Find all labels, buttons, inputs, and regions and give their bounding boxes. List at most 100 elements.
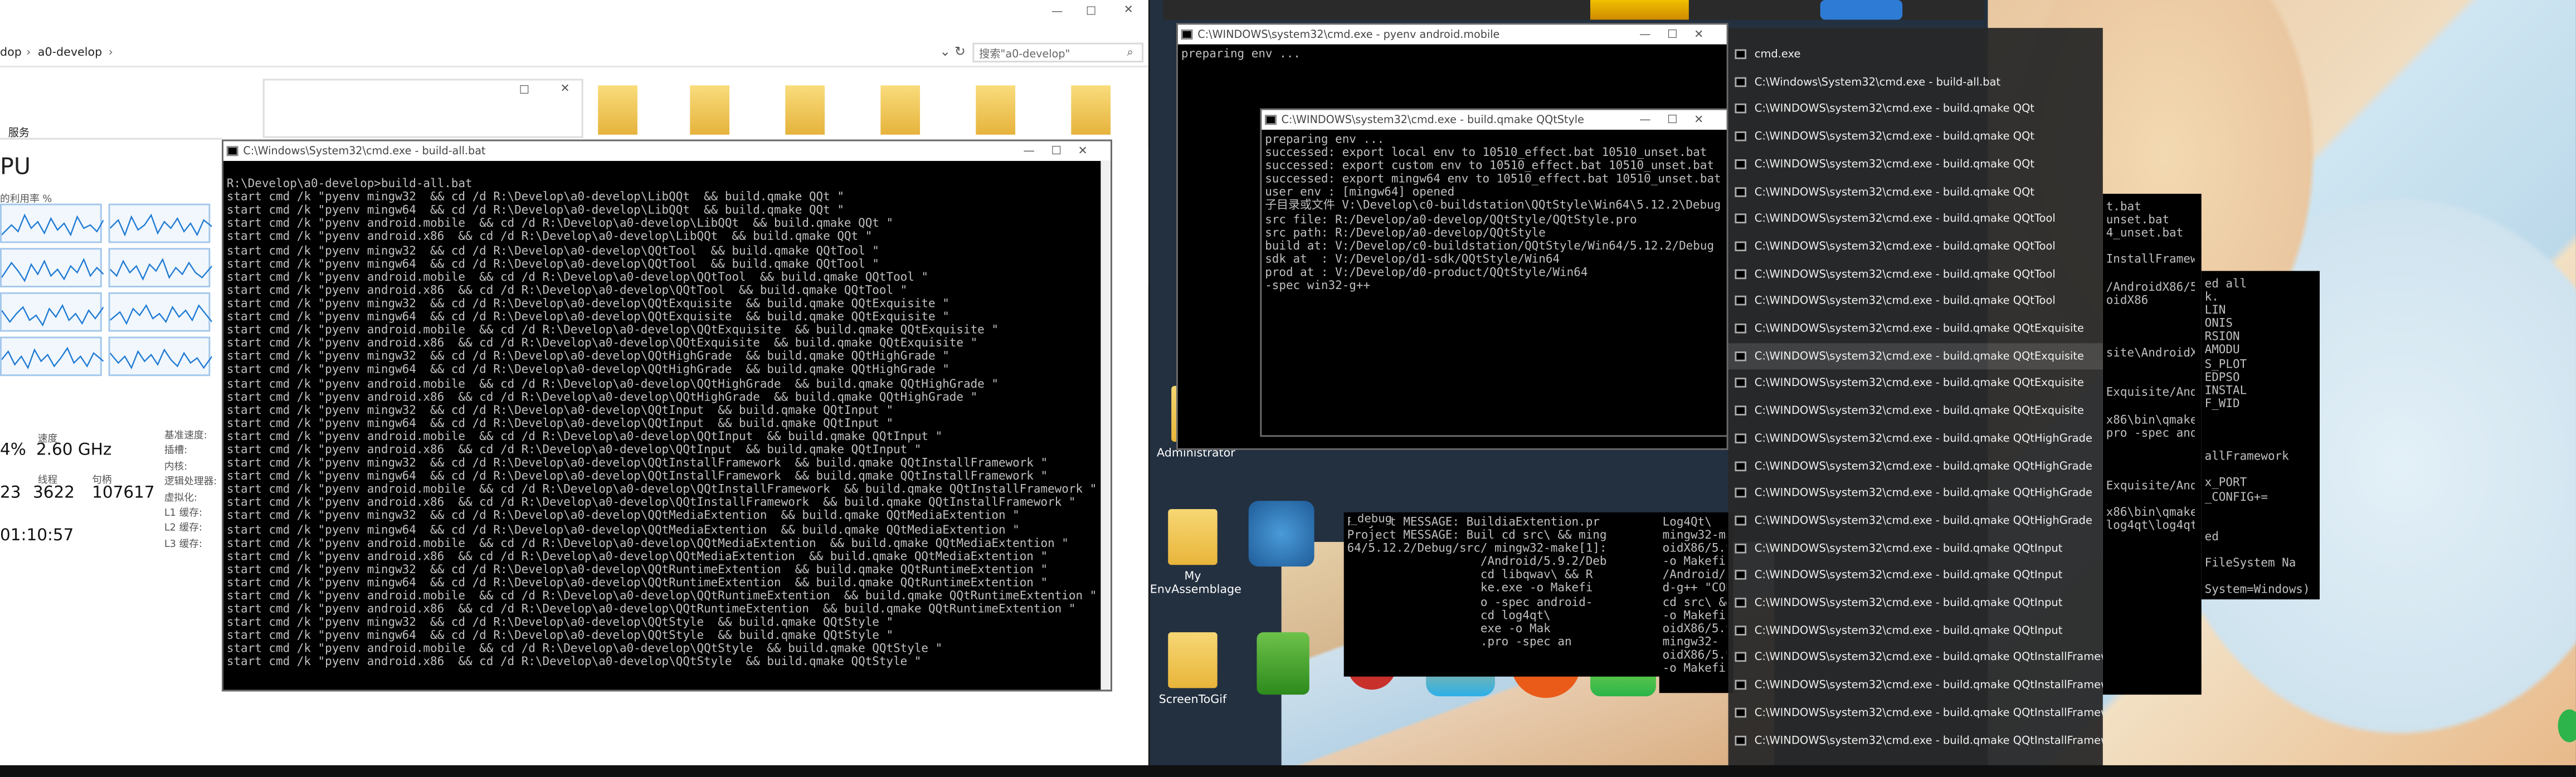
window-controls-icon[interactable]: —☐✕ (1023, 141, 1104, 161)
cmd-titlebar[interactable]: C:\Windows\System32\cmd.exe - build-all.… (223, 141, 1111, 161)
cpu-graph-6 (108, 292, 212, 332)
jump-list-item[interactable]: C:\WINDOWS\system32\cmd.exe - build.qmak… (1728, 589, 2103, 615)
notification-icon[interactable] (2558, 709, 2576, 742)
close-icon[interactable]: ✕ (1124, 3, 1133, 17)
cpu-graph-7 (0, 336, 104, 377)
jump-list-item[interactable]: C:\WINDOWS\system32\cmd.exe - build.qmak… (1728, 123, 2103, 149)
window-controls-icon[interactable]: —☐✕ (1639, 25, 1720, 44)
folder-icon (1168, 509, 1218, 565)
cpu-graph-1 (0, 203, 104, 243)
jump-list-item-label: C:\WINDOWS\system32\cmd.exe - build.qmak… (1754, 130, 2035, 143)
tab-services[interactable]: 服务 (8, 123, 30, 140)
cmd-line: start cmd /k "pyenv mingw64 && cd /d R:\… (226, 361, 949, 377)
cmd-line: start cmd /k "pyenv android.mobile && cd… (226, 375, 999, 390)
detail-label: L3 缓存: (164, 538, 202, 550)
detail-label: 基准速度: (164, 430, 207, 442)
jump-list-item[interactable]: C:\WINDOWS\system32\cmd.exe - build.qmak… (1728, 178, 2103, 204)
folder-icon[interactable] (880, 85, 921, 135)
minimize-icon[interactable]: — (1051, 5, 1063, 18)
jump-list-item[interactable]: C:\WINDOWS\system32\cmd.exe - build.qmak… (1728, 507, 2103, 534)
jump-list-item[interactable]: C:\WINDOWS\system32\cmd.exe - build.qmak… (1728, 288, 2103, 314)
breadcrumb-prefix[interactable]: dop (0, 46, 22, 60)
breadcrumb-arrow-icon[interactable]: › (109, 46, 113, 60)
cmd-titlebar[interactable]: C:\WINDOWS\system32\cmd.exe - pyenv andr… (1177, 25, 1727, 45)
folder-icon[interactable] (690, 85, 730, 135)
jump-list-item-label: C:\WINDOWS\system32\cmd.exe - build.qmak… (1754, 733, 2103, 747)
jump-list-item[interactable]: C:\WINDOWS\system32\cmd.exe - build.qmak… (1728, 452, 2103, 478)
taskbar-top-strip (1163, 0, 1985, 20)
shield-app-icon[interactable] (1257, 632, 1309, 695)
jump-list-item[interactable]: C:\WINDOWS\system32\cmd.exe - build.qmak… (1728, 562, 2103, 588)
cmd-line: _CONFIG+= (2204, 488, 2268, 504)
jump-list-item[interactable]: C:\WINDOWS\system32\cmd.exe - build.qmak… (1728, 398, 2103, 424)
jump-list-item[interactable]: C:\WINDOWS\system32\cmd.exe - build.qmak… (1728, 644, 2103, 671)
jump-list-item[interactable]: C:\Windows\System32\cmd.exe - build-all.… (1728, 69, 2103, 95)
jump-list-item[interactable]: C:\WINDOWS\system32\cmd.exe - build.qmak… (1728, 206, 2103, 232)
cmd-line: start cmd /k "pyenv mingw64 && cd /d R:\… (226, 521, 1020, 536)
jump-list-item[interactable]: C:\WINDOWS\system32\cmd.exe - build.qmak… (1728, 370, 2103, 397)
background-window: ☐ ✕ (262, 79, 583, 138)
cmd-line (2205, 424, 2314, 437)
jump-list-item[interactable]: C:\WINDOWS\system32\cmd.exe - build.qmak… (1728, 425, 2103, 451)
cmd-window-far-right-2[interactable]: ed all k. LIN ONIS RSION AMODU S_PLOT EDPSO INST… (2201, 271, 2320, 600)
jump-list-item-label: C:\WINDOWS\system32\cmd.exe - build.qmak… (1754, 651, 2103, 664)
jump-list-item[interactable]: C:\WINDOWS\system32\cmd.exe - build.qmak… (1728, 699, 2103, 725)
util-value: 4% (0, 442, 26, 460)
desktop-icon-screentogif[interactable]: ScreenToGif (1150, 632, 1235, 706)
jump-list-item[interactable]: C:\WINDOWS\system32\cmd.exe - build.qmak… (1728, 672, 2103, 698)
explorer-titlebar: — ☐ ✕ (0, 0, 1148, 41)
cmd-line: start cmd /k "pyenv android.x86 && cd /d… (226, 654, 922, 670)
settings-gear-icon[interactable] (1248, 501, 1314, 567)
cmd-icon (1735, 433, 1747, 443)
jump-list-item[interactable]: C:\WINDOWS\system32\cmd.exe - build.qmak… (1728, 261, 2103, 287)
maximize-icon[interactable]: ☐ (1086, 5, 1097, 18)
cmd-line: site\AndroidX86\src\ (2106, 345, 2195, 360)
handles-value: 107617 (92, 484, 155, 503)
desktop-icon-envassemblage[interactable]: My EnvAssemblage (1150, 509, 1241, 596)
cmd-icon (1265, 115, 1277, 125)
folder-icon[interactable] (1071, 85, 1111, 135)
maximize-icon[interactable]: ☐ (519, 84, 530, 97)
folder-icon[interactable] (785, 85, 825, 135)
app-icon[interactable] (1590, 0, 1689, 20)
cmd-line (2205, 411, 2314, 424)
jump-list-item[interactable]: C:\WINDOWS\system32\cmd.exe - build.qmak… (1728, 343, 2103, 369)
cmd-window-far-right[interactable]: t.batunset.bat4_unset.batInstallFramewor… (2102, 193, 2202, 695)
cmd-icon (1735, 186, 1747, 197)
cmd-window-build-all[interactable]: C:\Windows\System32\cmd.exe - build-all.… (222, 139, 1112, 692)
jump-list-item[interactable]: C:\WINDOWS\system32\cmd.exe - build.qmak… (1728, 535, 2103, 561)
cmd-line (2106, 267, 2195, 280)
jump-list-item[interactable]: C:\WINDOWS\system32\cmd.exe - build.qmak… (1728, 315, 2103, 341)
jump-list-item[interactable]: C:\WINDOWS\system32\cmd.exe - build.qmak… (1728, 233, 2103, 259)
breadcrumb-folder[interactable]: a0-develop (38, 46, 102, 60)
jump-list-item[interactable]: C:\WINDOWS\system32\cmd.exe - build.qmak… (1728, 727, 2103, 753)
jump-list-item[interactable]: C:\WINDOWS\system32\cmd.exe - build.qmak… (1728, 617, 2103, 643)
jump-list-item[interactable]: C:\WINDOWS\system32\cmd.exe - build.qmak… (1728, 480, 2103, 506)
dropdown-icon[interactable]: ⌄ (939, 45, 951, 60)
detail-label: L2 缓存: (164, 522, 202, 535)
jump-list-item[interactable]: cmd.exe (1728, 41, 2103, 67)
cmd-window-debug[interactable]: Project MESSAGE: BuildiaExtention.pr Proj… (1343, 512, 1663, 677)
refresh-icon[interactable]: ↻ (955, 45, 966, 60)
detail-label: 内核: (164, 461, 188, 473)
cmd-titlebar[interactable]: C:\WINDOWS\system32\cmd.exe - build.qmak… (1262, 110, 1727, 130)
folder-icon[interactable] (598, 85, 637, 135)
jump-list-item[interactable]: C:\WINDOWS\system32\cmd.exe - build.qmak… (1728, 96, 2103, 122)
cpu-graph-2 (108, 203, 212, 243)
cmd-window-fragment[interactable]: Log4Qt\mingw32-makoidX86/5.9.-o Makefi/A… (1659, 512, 1733, 693)
cmd-line: start cmd /k "pyenv android.mobile && cd… (226, 268, 929, 284)
cmd-window-qqtstyle[interactable]: C:\WINDOWS\system32\cmd.exe - build.qmak… (1260, 108, 1728, 437)
folder-icon[interactable] (976, 85, 1016, 135)
window-controls-icon[interactable]: —☐✕ (1639, 110, 1720, 130)
jump-list-item-label: C:\WINDOWS\system32\cmd.exe - build.qmak… (1754, 349, 2085, 363)
cmd-line: oidX86/5.9 (1662, 620, 1727, 636)
close-icon[interactable]: ✕ (560, 82, 569, 95)
search-icon[interactable]: ⌕ (1127, 46, 1134, 61)
scrollbar[interactable] (1100, 160, 1111, 690)
processes-value: 23 (0, 484, 21, 503)
jump-list-item[interactable]: C:\WINDOWS\system32\cmd.exe - build.qmak… (1728, 151, 2103, 177)
cmd-title-fragment: _debug (1350, 512, 1392, 526)
desktop-icon-label: My EnvAssemblage (1150, 570, 1241, 597)
app-icon[interactable] (1820, 0, 1903, 20)
search-input[interactable]: 搜索"a0-develop" (972, 42, 1144, 63)
